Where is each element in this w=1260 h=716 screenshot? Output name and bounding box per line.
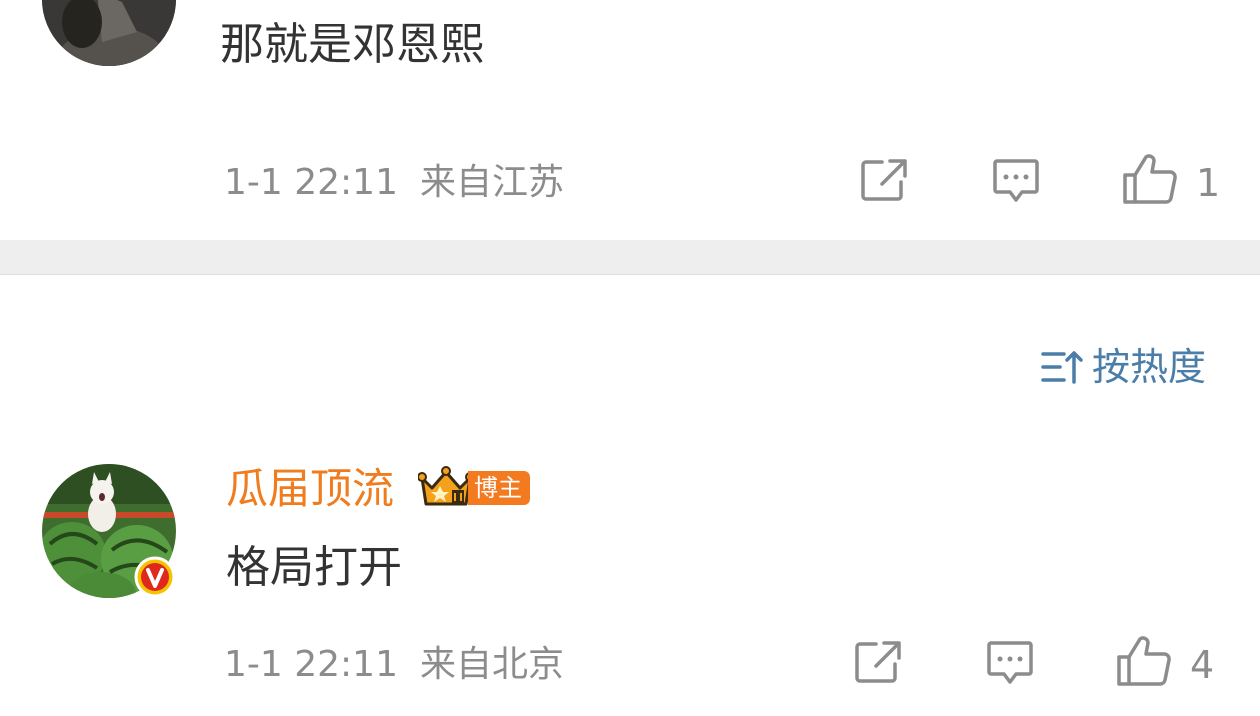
comment-icon[interactable] (992, 158, 1040, 204)
verified-v-icon (134, 556, 176, 598)
share-icon[interactable] (854, 640, 902, 684)
comment1-time: 1-1 22:11 (224, 162, 398, 203)
crown-icon (418, 466, 474, 506)
comment2-text: 格局打开 (226, 542, 402, 593)
blogger-badge: 博主 (418, 466, 530, 510)
comment1-meta: 1-1 22:11 来自江苏 (224, 165, 564, 201)
comment1-location: 来自江苏 (420, 162, 565, 203)
section-separator (0, 240, 1260, 275)
comment1-text: 那就是邓恩熙 (220, 19, 484, 70)
comment2-username[interactable]: 瓜届顶流 (226, 468, 394, 510)
comment2-meta: 1-1 22:11 来自北京 (224, 647, 564, 683)
like-icon[interactable] (1122, 153, 1178, 205)
comment-screen: 那就是邓恩熙 1-1 22:11 来自江苏 1 按热度 瓜届顶流 博主 格局打开… (0, 0, 1260, 716)
user-avatar-icon (42, 0, 176, 66)
badge-label: 博主 (468, 471, 530, 505)
comment1-like-count: 1 (1196, 161, 1221, 205)
sort-label: 按热度 (1091, 345, 1206, 389)
like-icon[interactable] (1116, 635, 1172, 687)
sort-icon (1041, 351, 1083, 384)
share-icon[interactable] (860, 158, 908, 202)
comment2-location: 来自北京 (420, 644, 565, 685)
comment-icon[interactable] (986, 640, 1034, 686)
comment2-like-count: 4 (1190, 643, 1215, 687)
sort-by-hot-button[interactable]: 按热度 (1040, 348, 1206, 386)
comment1-avatar[interactable] (42, 0, 176, 66)
comment2-time: 1-1 22:11 (224, 644, 398, 685)
